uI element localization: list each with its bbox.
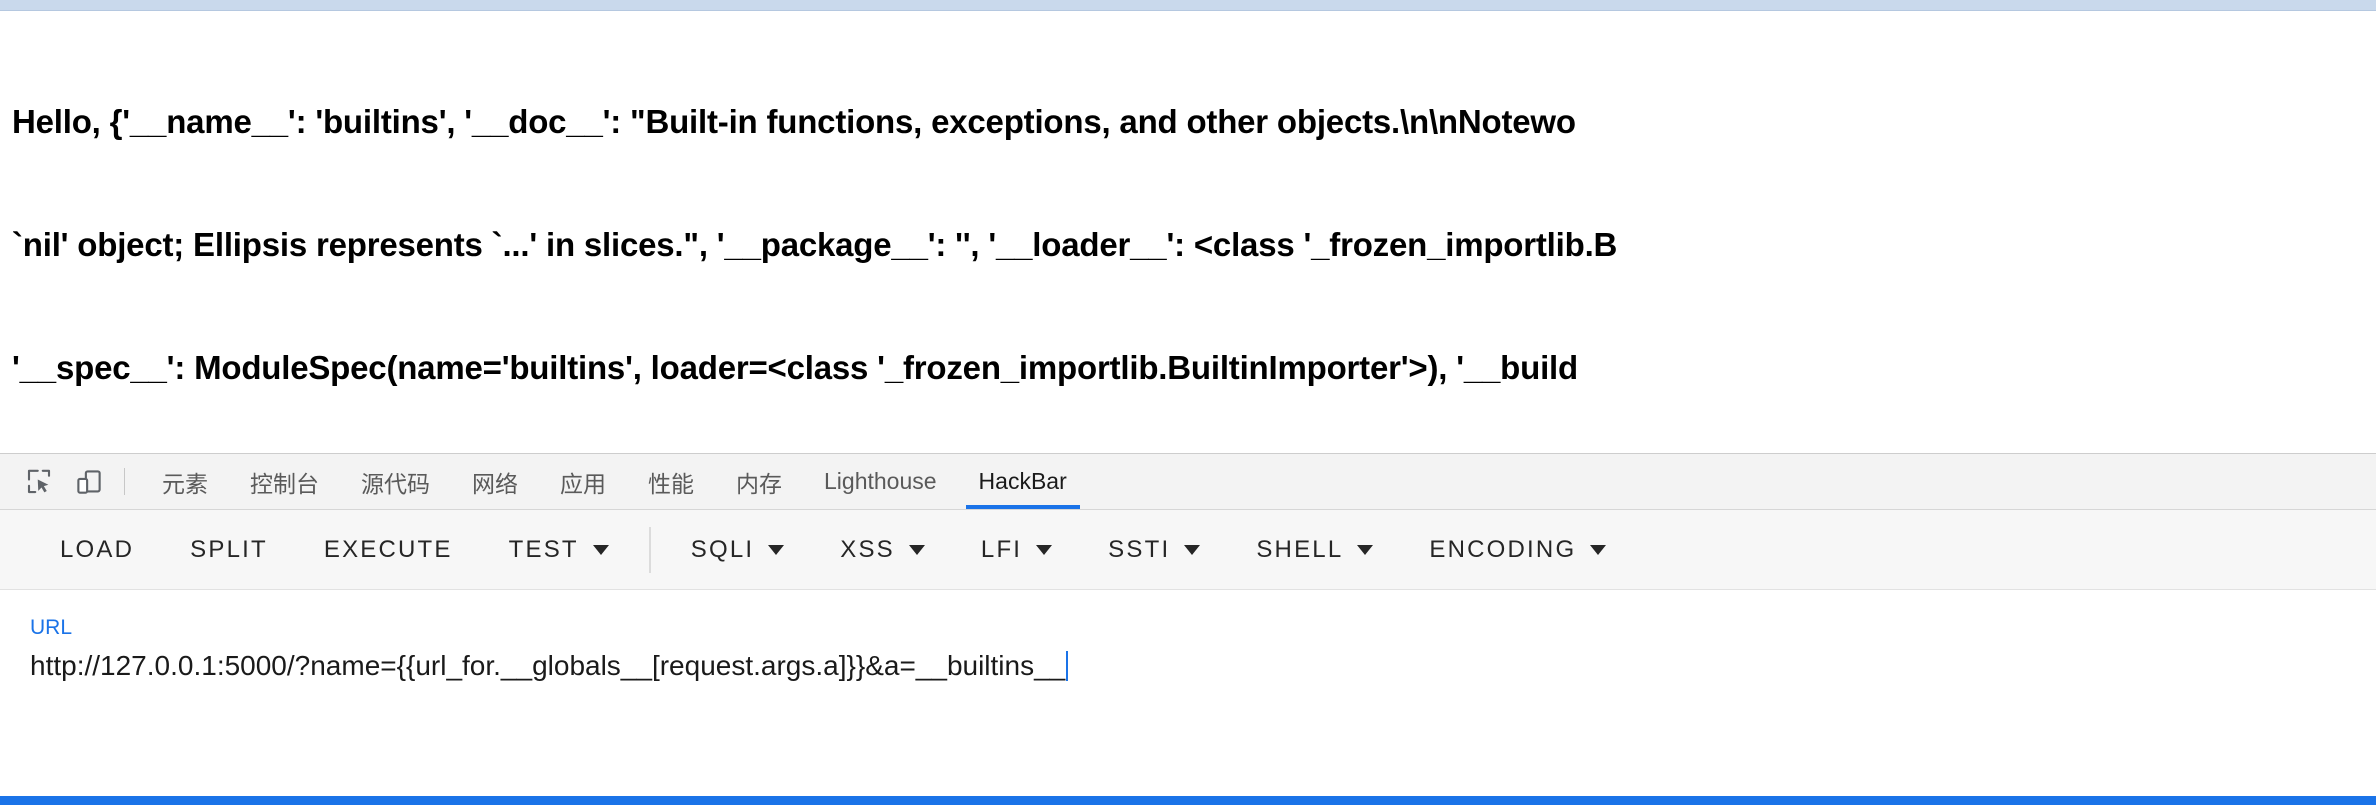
shell-menu-label: SHELL [1256,535,1344,563]
page-viewport: Hello, {'__name__': 'builtins', '__doc__… [0,11,2376,454]
tab-console[interactable]: 控制台 [229,454,340,509]
tab-lighthouse[interactable]: Lighthouse [803,454,958,509]
device-toolbar-icon[interactable] [64,454,114,509]
devtools-panel: 元素 控制台 源代码 网络 应用 性能 内存 Lighthouse HackBa… [0,453,2376,805]
tab-memory[interactable]: 内存 [715,454,803,509]
encoding-menu-label: ENCODING [1429,535,1577,563]
devtools-tab-list: 元素 控制台 源代码 网络 应用 性能 内存 Lighthouse HackBa… [141,454,1088,509]
test-menu-button[interactable]: TEST [481,510,637,590]
tab-sources[interactable]: 源代码 [340,454,451,509]
browser-window: Hello, {'__name__': 'builtins', '__doc__… [0,0,2376,805]
encoding-menu-button[interactable]: ENCODING [1401,510,1634,590]
execute-button[interactable]: EXECUTE [296,510,481,590]
hackbar-url-section: URL http://127.0.0.1:5000/?name={{url_fo… [0,590,2376,805]
xss-menu-button[interactable]: XSS [812,510,953,590]
sqli-menu-label: SQLI [690,535,755,563]
chevron-down-icon [768,544,785,555]
chevron-down-icon [1184,544,1201,555]
lfi-menu-label: LFI [980,535,1023,563]
response-line: `nil' object; Ellipsis represents `...' … [12,226,1618,263]
tab-hackbar[interactable]: HackBar [958,454,1088,509]
toolbar-divider [124,468,125,495]
url-field-label: URL [30,616,73,639]
load-button[interactable]: LOAD [32,510,162,590]
toolbar-group-divider [648,526,651,573]
window-top-divider [0,0,2376,11]
inspect-element-icon[interactable] [14,454,64,509]
url-input-focus-underline [0,796,2376,805]
response-line: '__spec__': ModuleSpec(name='builtins', … [12,349,1578,386]
chevron-down-icon [908,544,925,555]
lfi-menu-button[interactable]: LFI [953,510,1080,590]
execute-button-label: EXECUTE [323,535,453,563]
split-button-label: SPLIT [190,535,268,563]
sqli-menu-button[interactable]: SQLI [663,510,813,590]
chevron-down-icon [1357,544,1374,555]
chevron-down-icon [592,544,609,555]
split-button[interactable]: SPLIT [162,510,296,590]
tab-performance[interactable]: 性能 [627,454,715,509]
tab-elements[interactable]: 元素 [141,454,229,509]
text-cursor [1066,651,1069,681]
ssti-menu-button[interactable]: SSTI [1080,510,1228,590]
xss-menu-label: XSS [840,535,895,563]
devtools-tabstrip: 元素 控制台 源代码 网络 应用 性能 内存 Lighthouse HackBa… [0,454,2376,510]
url-input[interactable]: http://127.0.0.1:5000/?name={{url_for.__… [30,646,2346,696]
tab-application[interactable]: 应用 [539,454,627,509]
chevron-down-icon [1036,544,1053,555]
url-input-value: http://127.0.0.1:5000/?name={{url_for.__… [30,650,1066,681]
test-menu-label: TEST [508,535,579,563]
hackbar-toolbar: LOAD SPLIT EXECUTE TEST SQLI XSS LFI SST… [0,510,2376,590]
response-line: Hello, {'__name__': 'builtins', '__doc__… [12,103,1576,140]
tab-network[interactable]: 网络 [451,454,539,509]
load-button-label: LOAD [60,535,135,563]
shell-menu-button[interactable]: SHELL [1228,510,1401,590]
chevron-down-icon [1590,544,1607,555]
ssti-menu-label: SSTI [1108,535,1171,563]
page-response-text: Hello, {'__name__': 'builtins', '__doc__… [0,19,2376,454]
